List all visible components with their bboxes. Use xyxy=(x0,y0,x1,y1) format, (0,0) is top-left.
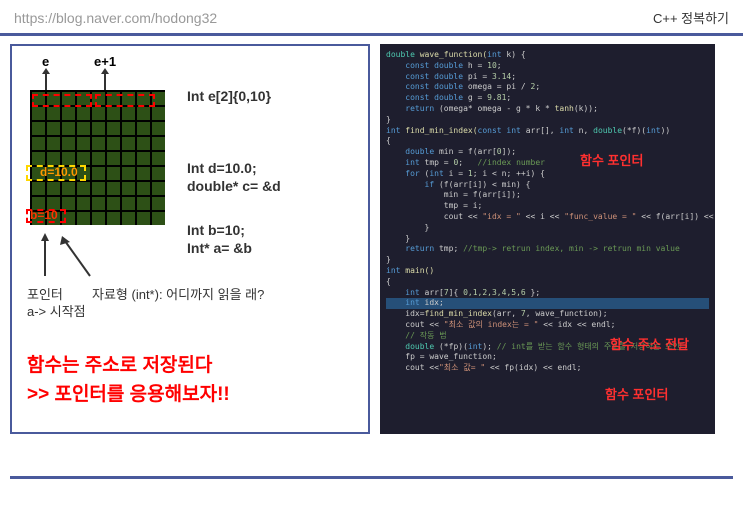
decl-b2: Int* a= &b xyxy=(187,240,252,256)
label-e-plus-1: e+1 xyxy=(94,54,116,69)
selected-line: int idx; xyxy=(386,298,709,309)
arrow-e-icon xyxy=(45,72,47,90)
anno-function-address: 함수 주소 전달 xyxy=(610,336,689,354)
footer-divider xyxy=(10,476,733,479)
cell-b-label: b=10 xyxy=(30,208,58,222)
code-block: double wave_function(int k) { const doub… xyxy=(386,50,709,374)
pointer-arrow-icon xyxy=(40,231,100,281)
decl-e: Int e[2]{0,10} xyxy=(187,88,271,104)
red-box-e xyxy=(32,94,92,107)
big-line-1: 함수는 주소로 저장된다 xyxy=(27,355,212,376)
code-panel: double wave_function(int k) { const doub… xyxy=(380,44,715,434)
type-label: 자료형 (int*): 어디까지 읽을 래? xyxy=(92,284,264,303)
content-area: e e+1 d=10.0 b=10 Int e[2]{0,10} Int d=1… xyxy=(0,36,743,442)
decl-d2: double* c= &d xyxy=(187,178,281,194)
header-bar: https://blog.naver.com/hodong32 C++ 정복하기 xyxy=(0,0,743,36)
page-title: C++ 정복하기 xyxy=(653,8,729,27)
main-message: 함수는 주소로 저장된다 >> 포인터를 응용해보자!! xyxy=(27,352,230,409)
cell-d-label: d=10.0 xyxy=(40,165,78,179)
anno-function-pointer-2: 함수 포인터 xyxy=(605,386,668,404)
a-start-label: a-> 시작점 xyxy=(27,301,86,320)
diagram-panel: e e+1 d=10.0 b=10 Int e[2]{0,10} Int d=1… xyxy=(10,44,370,434)
page-url: https://blog.naver.com/hodong32 xyxy=(14,10,217,26)
arrow-e1-icon xyxy=(104,72,106,90)
big-line-2: >> 포인터를 응용해보자!! xyxy=(27,384,230,405)
decl-d1: Int d=10.0; xyxy=(187,160,257,176)
memory-grid-icon xyxy=(30,90,165,225)
label-e: e xyxy=(42,54,49,69)
red-box-e1 xyxy=(95,94,155,107)
anno-function-pointer-1: 함수 포인터 xyxy=(580,152,643,170)
decl-b1: Int b=10; xyxy=(187,222,245,238)
